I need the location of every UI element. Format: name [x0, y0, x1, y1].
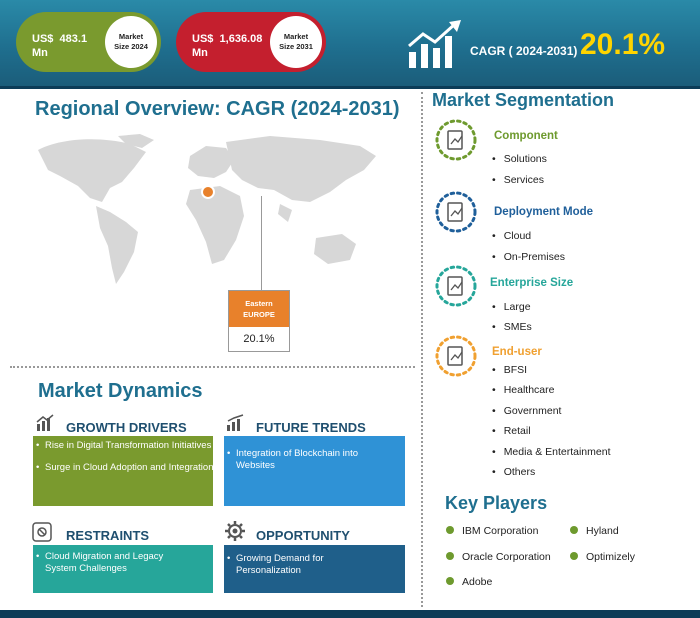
segment-item: Healthcare [492, 384, 555, 396]
growth-chart-icon [408, 20, 461, 68]
cagr-value: 20.1% [580, 28, 666, 61]
restraints-heading: RESTRAINTS [66, 528, 150, 543]
future-trends-heading: FUTURE TRENDS [256, 420, 366, 435]
key-players-title: Key Players [445, 493, 548, 513]
market-segmentation-title: Market Segmentation [432, 90, 615, 110]
restraints-icon [32, 522, 52, 542]
opportunity-heading: OPPORTUNITY [256, 528, 350, 543]
segment-item: SMEs [492, 321, 532, 333]
segment-item: BFSI [492, 364, 527, 376]
segment-item: Cloud [492, 230, 531, 242]
market-dynamics-title: Market Dynamics [38, 380, 203, 402]
restraints-box: Cloud Migration and LegacySystem Challen… [33, 545, 213, 593]
segment-heading-end-user: End-user [492, 346, 542, 358]
key-player-item: IBM Corporation [446, 525, 538, 537]
growth-drivers-heading: GROWTH DRIVERS [66, 420, 187, 435]
bullet-dot-icon [446, 552, 454, 560]
region-callout-eastern-europe: Eastern EUROPE 20.1% [228, 290, 290, 352]
market-size-2031-pill: US$ 1,636.08 Mn Market Size 2031 [176, 12, 326, 72]
header-banner: US$ 483.1 Mn Market Size 2024 US$ 1,636.0… [0, 0, 700, 86]
segment-heading-component: Component [494, 130, 558, 142]
key-player-item: Oracle Corporation [446, 551, 551, 563]
bullet-dot-icon [446, 526, 454, 534]
future-trends-icon [227, 414, 244, 431]
opportunity-box: Growing Demand forPersonalization [224, 545, 405, 593]
segment-item: Media & Entertainment [492, 446, 611, 458]
footer-bar [0, 610, 700, 618]
future-trend-item: Integration of Blockchain intoWebsites [224, 448, 399, 472]
deployment-mode-segment-icon [435, 191, 477, 233]
key-player-item: Optimizely [570, 551, 635, 563]
region-name-tag: Eastern EUROPE [229, 291, 289, 327]
growth-driver-item: Rise in Digital Transformation Initiativ… [33, 440, 213, 452]
segment-item: Solutions [492, 153, 547, 165]
segment-heading-deployment-mode: Deployment Mode [494, 206, 594, 218]
header-divider [0, 86, 700, 89]
segment-item: Retail [492, 425, 531, 437]
restraint-item: Cloud Migration and LegacySystem Challen… [33, 551, 207, 575]
market-size-2031-value: US$ 1,636.08 Mn [192, 33, 263, 59]
segment-item: Government [492, 405, 562, 417]
eastern-europe-marker [201, 185, 215, 199]
market-size-2024-value: US$ 483.1 Mn [32, 33, 88, 59]
component-segment-icon [435, 119, 477, 161]
bullet-dot-icon [570, 552, 578, 560]
segment-item: Large [492, 301, 531, 313]
end-user-segment-icon [435, 335, 477, 377]
market-size-2024-pill: US$ 483.1 Mn Market Size 2024 [16, 12, 161, 72]
segment-heading-enterprise-size: Enterprise Size [490, 277, 574, 289]
bullet-dot-icon [446, 577, 454, 585]
regional-overview-title: Regional Overview: CAGR (2024-2031) [35, 98, 400, 120]
horizontal-dotted-divider [10, 366, 415, 368]
opportunity-item: Growing Demand forPersonalization [224, 553, 399, 577]
key-player-item: Hyland [570, 525, 619, 537]
growth-drivers-icon [36, 414, 54, 431]
vertical-dotted-divider [421, 92, 423, 607]
enterprise-size-segment-icon [435, 265, 477, 307]
bullet-dot-icon [570, 526, 578, 534]
future-trends-box: Integration of Blockchain intoWebsites [224, 436, 405, 506]
growth-drivers-box: Rise in Digital Transformation Initiativ… [33, 436, 213, 506]
market-size-2031-label: Market Size 2031 [270, 16, 322, 68]
region-cagr-value: 20.1% [243, 333, 275, 345]
growth-driver-item: Surge in Cloud Adoption and Integration [33, 462, 213, 474]
opportunity-gear-icon [225, 521, 245, 541]
region-connector-line [261, 196, 262, 290]
key-player-item: Adobe [446, 576, 492, 588]
market-size-2024-label: Market Size 2024 [105, 16, 157, 68]
world-map [38, 134, 376, 284]
cagr-label: CAGR ( 2024-2031) [470, 44, 578, 58]
segment-item: Others [492, 466, 536, 478]
segment-item: On-Premises [492, 251, 565, 263]
segment-item: Services [492, 174, 544, 186]
